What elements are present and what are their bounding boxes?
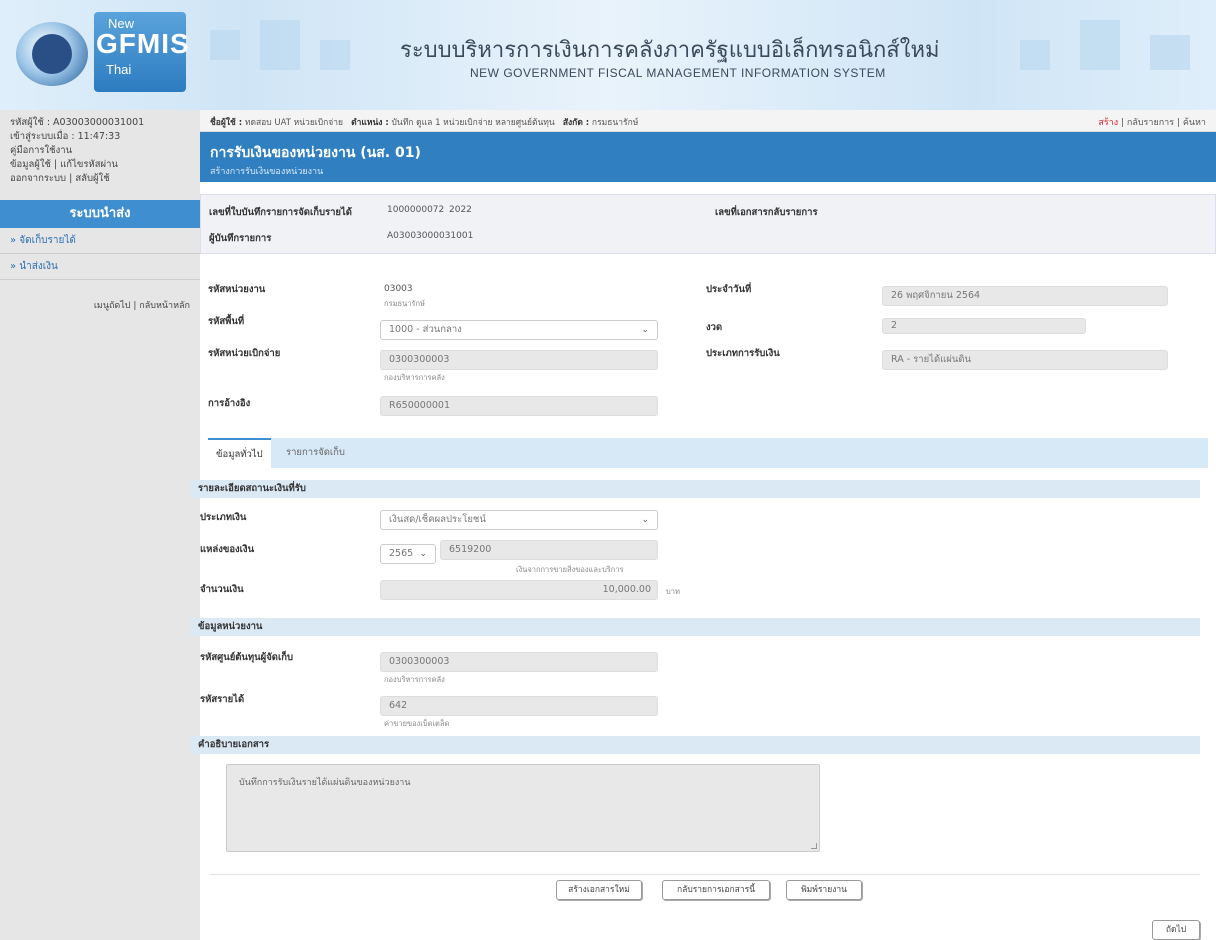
- logo-thai-text: Thai: [106, 62, 132, 77]
- logo-gfmis-text: GFMIS: [96, 28, 190, 59]
- app-header: New GFMIS Thai ระบบบริหารการเงินการคลังภ…: [0, 0, 1216, 110]
- disb-unit-field[interactable]: 0300300003: [380, 350, 658, 370]
- detail-tabs: ข้อมูลทั่วไป รายการจัดเก็บ: [208, 438, 1208, 468]
- sidebar-item-revenue[interactable]: » จัดเก็บรายได้: [0, 228, 200, 254]
- period-label: งวด: [706, 322, 723, 333]
- chevron-down-icon: ⌄: [641, 515, 649, 525]
- chevron-down-icon: ⌄: [419, 549, 427, 559]
- amount-label: จำนวนเงิน: [200, 584, 244, 595]
- home-link[interactable]: กลับหน้าหลัก: [139, 301, 190, 311]
- doc-no-value: 1000000072: [387, 205, 445, 215]
- fund-code-field[interactable]: 6519200: [440, 540, 658, 560]
- reference-label: การอ้างอิง: [208, 398, 251, 409]
- org-value: กรมธนารักษ์: [591, 118, 639, 128]
- tab-general[interactable]: ข้อมูลทั่วไป: [208, 438, 271, 468]
- system-title-english: NEW GOVERNMENT FISCAL MANAGEMENT INFORMA…: [470, 66, 886, 80]
- money-status-section: รายละเอียดสถานะเงินที่รับ: [190, 480, 1200, 498]
- back-to-document-button[interactable]: กลับรายการเอกสารนี้: [662, 880, 770, 900]
- create-link[interactable]: สร้าง: [1098, 118, 1118, 128]
- amount-field[interactable]: 10,000.00: [380, 580, 658, 600]
- next-button[interactable]: ถัดไป: [1152, 920, 1200, 940]
- money-type-label: ประเภทเงิน: [200, 512, 247, 523]
- user-value: ทดสอบ UAT หน่วยเบิกจ่าย: [244, 118, 343, 128]
- header-decoration-right: [1000, 20, 1210, 90]
- sidebar-item-remit[interactable]: » นำส่งเงิน: [0, 254, 200, 280]
- sidebar-nav-links: เมนูถัดไป | กลับหน้าหลัก: [93, 301, 190, 311]
- revenue-code-field[interactable]: 642: [380, 696, 658, 716]
- print-report-button[interactable]: พิมพ์รายงาน: [786, 880, 862, 900]
- page-title: การรับเงินของหน่วยงาน (นส. 01): [210, 145, 421, 161]
- switch-user-link[interactable]: สลับผู้ใช้: [75, 173, 109, 184]
- manual-link[interactable]: คู่มือการใช้งาน: [10, 145, 72, 156]
- position-value: บันทึก ดูแล 1 หน่วยเบิกจ่าย หลายศูนย์ต้น…: [391, 118, 555, 128]
- user-info-panel: รหัสผู้ใช้ : A03003000031001 เข้าสู่ระบบ…: [0, 110, 200, 186]
- disb-unit-name: กองบริหารการคลัง: [384, 373, 445, 382]
- area-code-value: 1000 - ส่วนกลาง: [389, 324, 462, 335]
- user-details: ชื่อผู้ใช้ : ทดสอบ UAT หน่วยเบิกจ่าย ตำแ…: [210, 115, 638, 129]
- fund-year-value: 2565: [389, 548, 414, 559]
- revenue-code-label: รหัสรายได้: [200, 694, 245, 705]
- org-label: สังกัด :: [562, 118, 590, 128]
- date-label: ประจำวันที่: [706, 284, 752, 295]
- doc-description-textarea[interactable]: บันทึกการรับเงินรายได้แผ่นดินของหน่วยงาน: [226, 764, 820, 852]
- user-info-link[interactable]: ข้อมูลผู้ใช้: [10, 159, 51, 170]
- cost-center-name: กองบริหารการคลัง: [384, 675, 445, 684]
- recorder-label: ผู้บันทึกรายการ: [209, 233, 272, 244]
- page-title-bar: การรับเงินของหน่วยงาน (นส. 01) สร้างการร…: [200, 132, 1216, 182]
- user-code: รหัสผู้ใช้ : A03003000031001: [10, 117, 145, 128]
- resize-handle-icon[interactable]: [811, 843, 817, 849]
- currency-unit: บาท: [666, 587, 680, 596]
- doc-no-label: เลขที่ใบบันทึกรายการจัดเก็บรายได้: [209, 207, 352, 218]
- gfmis-logo[interactable]: New GFMIS Thai: [10, 8, 190, 100]
- logout-link[interactable]: ออกจากระบบ: [10, 173, 66, 184]
- money-type-value: เงินสด/เช็คผลประโยชน์: [389, 514, 486, 525]
- position-label: ตำแหน่ง :: [351, 118, 389, 128]
- fund-year-select[interactable]: 2565 ⌄: [380, 544, 436, 564]
- doc-description-text: บันทึกการรับเงินรายได้แผ่นดินของหน่วยงาน: [239, 778, 411, 788]
- agency-section: ข้อมูลหน่วยงาน: [190, 618, 1200, 636]
- user-topbar: ชื่อผู้ใช้ : ทดสอบ UAT หน่วยเบิกจ่าย ตำแ…: [200, 110, 1216, 132]
- back-list-link[interactable]: กลับรายการ: [1127, 118, 1174, 128]
- cost-center-label: รหัสศูนย์ต้นทุนผู้จัดเก็บ: [200, 652, 294, 663]
- login-time: เข้าสู่ระบบเมื่อ : 11:47:33: [10, 131, 121, 142]
- agency-code-label: รหัสหน่วยงาน: [208, 284, 266, 295]
- user-label: ชื่อผู้ใช้ :: [210, 118, 243, 128]
- search-link[interactable]: ค้นหา: [1183, 118, 1206, 128]
- next-menu-link[interactable]: เมนูถัดไป: [94, 301, 131, 311]
- system-title-thai: ระบบบริหารการเงินการคลังภาครัฐแบบอิเล็กท…: [400, 38, 940, 63]
- agency-code-value: 03003: [384, 284, 413, 294]
- sidebar-title: ระบบนำส่ง: [0, 200, 200, 228]
- area-code-label: รหัสพื้นที่: [208, 316, 245, 327]
- chevron-down-icon: ⌄: [641, 325, 649, 335]
- receipt-type-field[interactable]: RA - รายได้แผ่นดิน: [882, 350, 1168, 370]
- tab-collection-items[interactable]: รายการจัดเก็บ: [278, 438, 353, 468]
- header-decoration-left: [200, 20, 400, 90]
- money-type-select[interactable]: เงินสด/เช็คผลประโยชน์ ⌄: [380, 510, 658, 530]
- divider: [210, 874, 1200, 875]
- emblem-inner: [32, 34, 72, 74]
- reference-field[interactable]: R650000001: [380, 396, 658, 416]
- fund-source-name: เงินจากการขายสิ่งของและบริการ: [516, 565, 624, 574]
- cost-center-field[interactable]: 0300300003: [380, 652, 658, 672]
- recorder-value: A03003000031001: [387, 231, 474, 241]
- change-password-link[interactable]: แก้ไขรหัสผ่าน: [60, 159, 118, 170]
- new-document-button[interactable]: สร้างเอกสารใหม่: [556, 880, 642, 900]
- period-field[interactable]: 2: [882, 318, 1086, 334]
- document-header-box: เลขที่ใบบันทึกรายการจัดเก็บรายได้ 100000…: [200, 194, 1216, 254]
- doc-description-section: คำอธิบายเอกสาร: [190, 736, 1200, 754]
- ref-doc-label: เลขที่เอกสารกลับรายการ: [715, 207, 818, 218]
- doc-year-value: 2022: [449, 205, 472, 215]
- sidebar: รหัสผู้ใช้ : A03003000031001 เข้าสู่ระบบ…: [0, 110, 200, 940]
- disb-unit-label: รหัสหน่วยเบิกจ่าย: [208, 348, 281, 359]
- date-field[interactable]: 26 พฤศจิกายน 2564: [882, 286, 1168, 306]
- agency-name: กรมธนารักษ์: [384, 299, 425, 308]
- receipt-type-label: ประเภทการรับเงิน: [706, 348, 780, 359]
- revenue-code-name: ค่าขายของเบ็ดเตล็ด: [384, 719, 450, 728]
- page-subtitle: สร้างการรับเงินของหน่วยงาน: [210, 167, 324, 177]
- area-code-select[interactable]: 1000 - ส่วนกลาง ⌄: [380, 320, 658, 340]
- topbar-actions: สร้าง | กลับรายการ | ค้นหา: [1098, 118, 1206, 128]
- sidebar-menu: » จัดเก็บรายได้ » นำส่งเงิน: [0, 228, 200, 280]
- fund-source-label: แหล่งของเงิน: [200, 544, 255, 555]
